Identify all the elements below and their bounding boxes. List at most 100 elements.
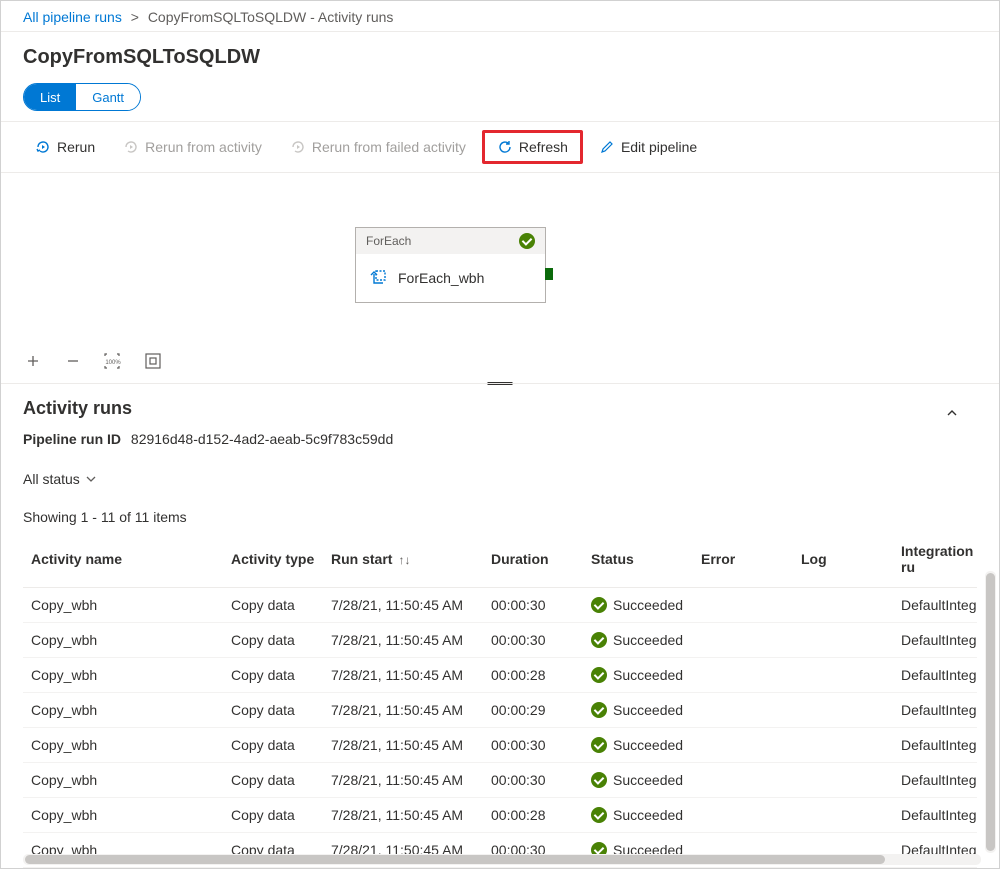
edit-pipeline-button[interactable]: Edit pipeline [587,130,709,164]
col-error[interactable]: Error [693,531,793,588]
rerun-label: Rerun [57,139,95,155]
breadcrumb-separator: > [131,9,139,25]
run-id-value: 82916d48-d152-4ad2-aeab-5c9f783c59dd [131,431,393,447]
activity-runs-table: Activity name Activity type Run start↑↓ … [23,531,977,869]
cell-run-start: 7/28/21, 11:50:45 AM [323,658,483,693]
success-icon [591,667,607,683]
collapse-panel-button[interactable] [945,406,959,420]
foreach-activity-node[interactable]: ForEach ForEach_wbh [355,227,546,303]
rerun-failed-label: Rerun from failed activity [312,139,466,155]
refresh-button[interactable]: Refresh [482,130,583,164]
success-icon [591,597,607,613]
cell-error [693,658,793,693]
svg-text:100%: 100% [105,360,121,366]
cell-error [693,763,793,798]
scrollbar-thumb[interactable] [986,573,995,851]
breadcrumb-current: CopyFromSQLToSQLDW - Activity runs [148,9,394,25]
cell-activity-type: Copy data [223,763,323,798]
chevron-down-icon [86,474,96,484]
cell-log [793,588,893,623]
rerun-from-failed-button[interactable]: Rerun from failed activity [278,130,478,164]
cell-duration: 00:00:30 [483,728,583,763]
rerun-activity-icon [123,139,139,155]
table-row[interactable]: Copy_wbhCopy data7/28/21, 11:50:45 AM00:… [23,588,977,623]
toolbar: Rerun Rerun from activity Rerun from fai… [1,121,999,173]
cell-integration: DefaultInteg [893,763,977,798]
cell-run-start: 7/28/21, 11:50:45 AM [323,763,483,798]
cell-activity-type: Copy data [223,588,323,623]
cell-integration: DefaultInteg [893,728,977,763]
table-row[interactable]: Copy_wbhCopy data7/28/21, 11:50:45 AM00:… [23,658,977,693]
table-row[interactable]: Copy_wbhCopy data7/28/21, 11:50:45 AM00:… [23,693,977,728]
col-log[interactable]: Log [793,531,893,588]
col-activity-type[interactable]: Activity type [223,531,323,588]
table-row[interactable]: Copy_wbhCopy data7/28/21, 11:50:45 AM00:… [23,763,977,798]
cell-integration: DefaultInteg [893,588,977,623]
cell-activity-name: Copy_wbh [23,798,223,833]
success-icon [591,632,607,648]
success-icon [591,702,607,718]
status-filter-label: All status [23,471,80,487]
rerun-from-activity-button[interactable]: Rerun from activity [111,130,274,164]
cell-status: Succeeded [583,588,693,623]
pipeline-canvas[interactable]: ForEach ForEach_wbh 100% [1,173,999,383]
cell-status: Succeeded [583,728,693,763]
scrollbar-thumb[interactable] [25,855,885,864]
cell-log [793,798,893,833]
zoom-out-button[interactable] [63,351,83,371]
zoom-in-button[interactable] [23,351,43,371]
cell-activity-type: Copy data [223,658,323,693]
table-row[interactable]: Copy_wbhCopy data7/28/21, 11:50:45 AM00:… [23,798,977,833]
edit-label: Edit pipeline [621,139,697,155]
cell-activity-name: Copy_wbh [23,623,223,658]
cell-activity-name: Copy_wbh [23,658,223,693]
zoom-reset-button[interactable]: 100% [103,351,123,371]
cell-error [693,798,793,833]
status-filter-dropdown[interactable]: All status [23,465,96,493]
col-status[interactable]: Status [583,531,693,588]
cell-log [793,693,893,728]
page-title: CopyFromSQLToSQLDW [1,32,999,83]
success-icon [519,233,535,249]
cell-duration: 00:00:30 [483,623,583,658]
cell-integration: DefaultInteg [893,693,977,728]
cell-duration: 00:00:28 [483,658,583,693]
cell-activity-name: Copy_wbh [23,728,223,763]
cell-error [693,693,793,728]
cell-error [693,728,793,763]
cell-log [793,763,893,798]
cell-activity-type: Copy data [223,728,323,763]
cell-activity-name: Copy_wbh [23,588,223,623]
success-icon [591,772,607,788]
cell-duration: 00:00:28 [483,798,583,833]
cell-integration: DefaultInteg [893,798,977,833]
vertical-scrollbar[interactable] [985,571,996,853]
cell-run-start: 7/28/21, 11:50:45 AM [323,693,483,728]
output-connector[interactable] [545,268,553,280]
cell-activity-type: Copy data [223,623,323,658]
success-icon [591,737,607,753]
success-icon [591,807,607,823]
breadcrumb-root-link[interactable]: All pipeline runs [23,9,122,25]
view-toggle-list[interactable]: List [24,84,76,110]
rerun-button[interactable]: Rerun [23,130,107,164]
activity-name-label: ForEach_wbh [398,270,484,286]
table-row[interactable]: Copy_wbhCopy data7/28/21, 11:50:45 AM00:… [23,728,977,763]
zoom-fit-button[interactable] [143,351,163,371]
results-count: Showing 1 - 11 of 11 items [23,509,977,525]
view-toggle-gantt[interactable]: Gantt [76,84,140,110]
cell-log [793,658,893,693]
cell-status: Succeeded [583,763,693,798]
cell-error [693,588,793,623]
table-row[interactable]: Copy_wbhCopy data7/28/21, 11:50:45 AM00:… [23,623,977,658]
cell-integration: DefaultInteg [893,623,977,658]
col-run-start[interactable]: Run start↑↓ [323,531,483,588]
col-integration[interactable]: Integration ru [893,531,977,588]
col-activity-name[interactable]: Activity name [23,531,223,588]
horizontal-scrollbar[interactable] [23,854,981,865]
run-id-label: Pipeline run ID [23,431,121,447]
rerun-failed-icon [290,139,306,155]
col-duration[interactable]: Duration [483,531,583,588]
sort-icon: ↑↓ [398,553,410,567]
view-toggle: List Gantt [23,83,141,111]
